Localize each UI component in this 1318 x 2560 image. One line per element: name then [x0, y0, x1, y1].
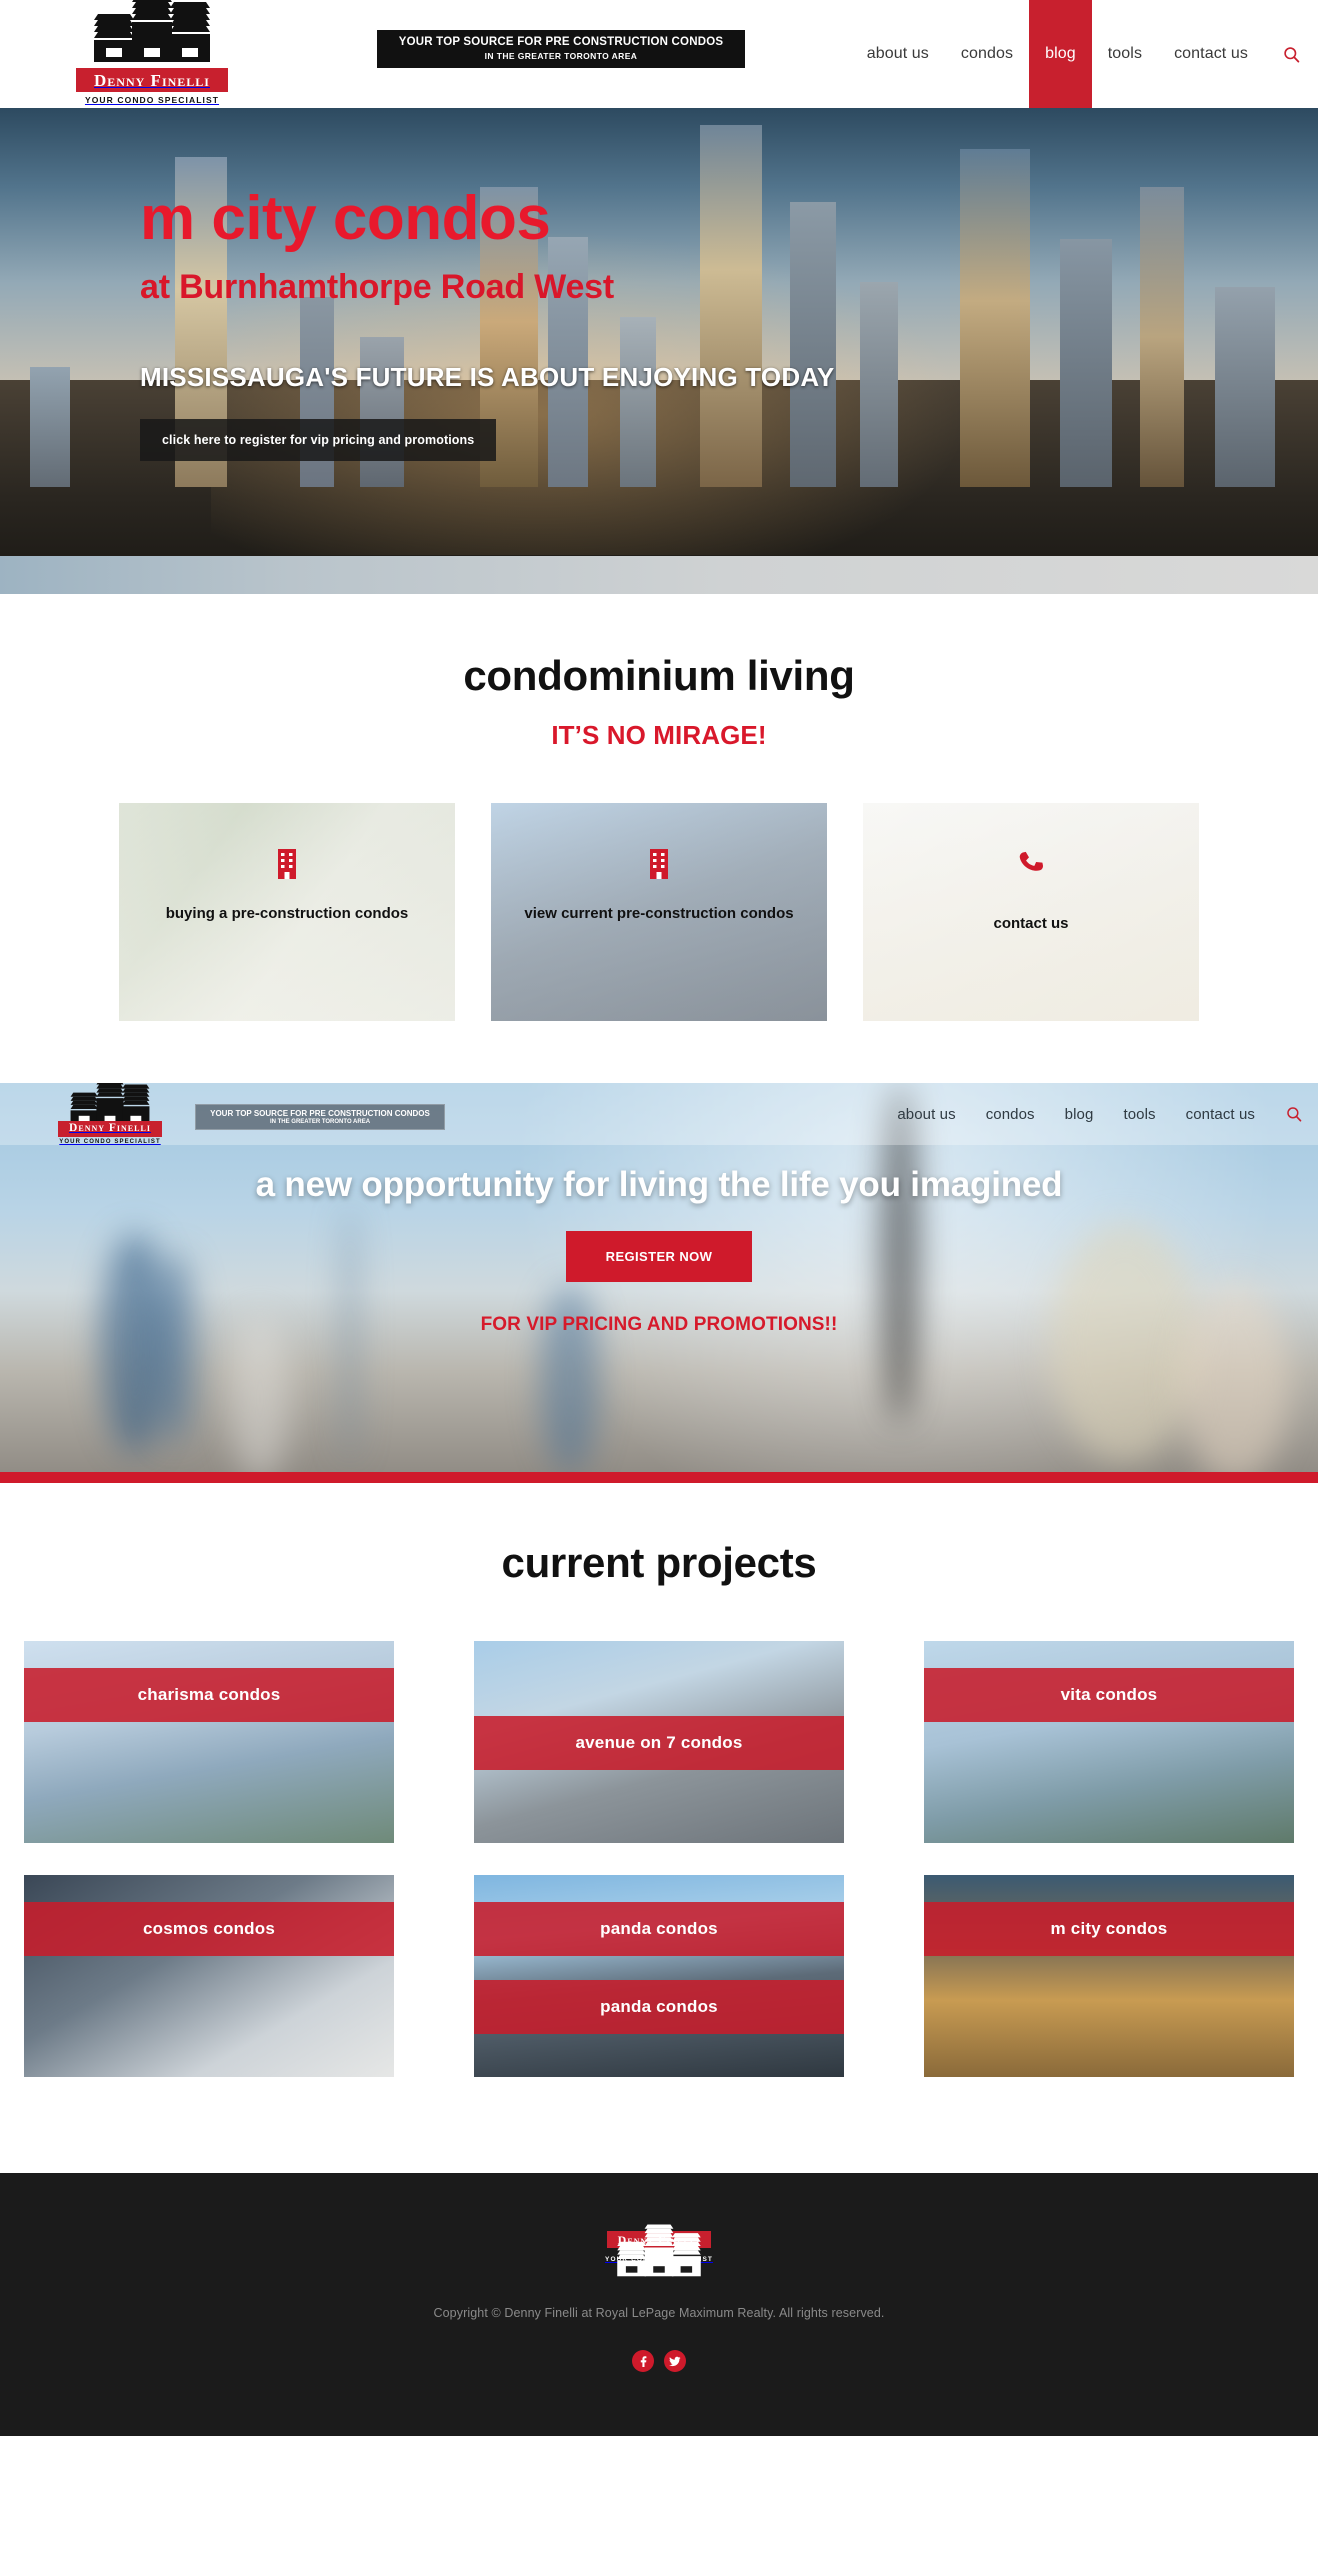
- hero-content: m city condos at Burnhamthorpe Road West…: [0, 108, 1318, 461]
- project-card-charisma-condos[interactable]: charisma condos: [24, 1641, 394, 1843]
- hero-subtitle: at Burnhamthorpe Road West: [140, 268, 614, 306]
- card-image: [863, 803, 1199, 1021]
- feature-card-view-current[interactable]: view current pre-construction condos: [491, 803, 827, 1021]
- nav-item-contact-us[interactable]: contact us: [1158, 0, 1264, 108]
- site-header: Denny Finelli YOUR CONDO SPECIALIST YOUR…: [0, 0, 1318, 108]
- section-title-projects: current projects: [501, 1539, 817, 1586]
- project-label: m city condos: [924, 1902, 1294, 1956]
- nav-item-tools[interactable]: tools: [1092, 0, 1158, 108]
- project-label: avenue on 7 condos: [474, 1716, 844, 1770]
- hero-kicker: MISSISSAUGA'S FUTURE IS ABOUT ENJOYING T…: [140, 362, 835, 392]
- nav-item-condos[interactable]: condos: [945, 0, 1029, 108]
- project-card-panda-condos[interactable]: panda condos panda condos: [474, 1875, 844, 2077]
- project-label: vita condos: [924, 1668, 1294, 1722]
- hero-register-button[interactable]: click here to register for vip pricing a…: [140, 419, 497, 461]
- buildings-skyline-icon: [76, 0, 228, 68]
- footer-copyright: Copyright © Denny Finelli at Royal LePag…: [433, 2306, 885, 2320]
- main-navigation: about us condos blog tools contact us: [851, 0, 1318, 108]
- project-label: panda condos: [474, 1902, 844, 1956]
- cta-title: a new opportunity for living the life yo…: [255, 1165, 1063, 1204]
- feature-cards: buying a pre-construction condos view cu…: [0, 803, 1318, 1021]
- project-label-duplicate: panda condos: [474, 1980, 844, 2034]
- feature-card-buying[interactable]: buying a pre-construction condos: [119, 803, 455, 1021]
- nav-item-about-us[interactable]: about us: [851, 0, 945, 108]
- site-logo[interactable]: Denny Finelli YOUR CONDO SPECIALIST: [72, 0, 232, 108]
- header-tagline-badge: YOUR TOP SOURCE FOR PRE CONSTRUCTION CON…: [377, 30, 745, 69]
- project-card-m-city-condos[interactable]: m city condos: [924, 1875, 1294, 2077]
- tagline-line-2: IN THE GREATER TORONTO AREA: [484, 51, 638, 62]
- current-projects-section: current projects charisma condos avenue …: [0, 1483, 1318, 2173]
- building-icon: [650, 849, 668, 884]
- logo-tagline: YOUR CONDO SPECIALIST: [84, 95, 220, 105]
- cta-banner-section: Denny Finelli YOUR CONDO SPECIALIST YOUR…: [0, 1083, 1318, 1483]
- card-label: view current pre-construction condos: [524, 905, 794, 922]
- social-links: [0, 2350, 1318, 2372]
- hero-title: m city condos: [140, 184, 551, 253]
- condominium-living-section: condominium living IT’S NO MIRAGE! buyin…: [0, 594, 1318, 1083]
- cta-note: FOR VIP PRICING AND PROMOTIONS!!: [480, 1314, 838, 1335]
- tagline-line-1: YOUR TOP SOURCE FOR PRE CONSTRUCTION CON…: [398, 36, 724, 48]
- card-label: buying a pre-construction condos: [165, 905, 409, 922]
- search-icon[interactable]: [1264, 0, 1318, 108]
- phone-icon: [1018, 849, 1044, 882]
- nav-item-blog[interactable]: blog: [1029, 0, 1092, 108]
- project-label: charisma condos: [24, 1668, 394, 1722]
- project-card-avenue-on-7-condos[interactable]: avenue on 7 condos: [474, 1641, 844, 1843]
- footer-logo[interactable]: Denny Finelli YOUR CONDO SPECIALIST: [605, 2224, 713, 2277]
- register-now-button[interactable]: REGISTER NOW: [565, 1231, 753, 1282]
- feature-card-contact[interactable]: contact us: [863, 803, 1199, 1021]
- hero-section: m city condos at Burnhamthorpe Road West…: [0, 108, 1318, 594]
- page-root: Denny Finelli YOUR CONDO SPECIALIST YOUR…: [0, 0, 1318, 2436]
- projects-grid: charisma condos avenue on 7 condos vita …: [0, 1641, 1318, 2077]
- hero-bottom-band: [0, 556, 1318, 594]
- section-subtitle-living: IT’S NO MIRAGE!: [551, 720, 767, 750]
- project-card-vita-condos[interactable]: vita condos: [924, 1641, 1294, 1843]
- logo-name: Denny Finelli: [76, 68, 228, 92]
- cta-bottom-rule: [0, 1472, 1318, 1483]
- cta-content: a new opportunity for living the life yo…: [0, 1083, 1318, 1336]
- card-label: contact us: [993, 915, 1069, 932]
- project-card-cosmos-condos[interactable]: cosmos condos: [24, 1875, 394, 2077]
- section-title-living: condominium living: [463, 652, 855, 699]
- project-label: cosmos condos: [24, 1902, 394, 1956]
- twitter-icon[interactable]: [664, 2350, 686, 2372]
- building-icon: [278, 849, 296, 884]
- facebook-icon[interactable]: [632, 2350, 654, 2372]
- site-footer: Denny Finelli YOUR CONDO SPECIALIST Copy…: [0, 2173, 1318, 2436]
